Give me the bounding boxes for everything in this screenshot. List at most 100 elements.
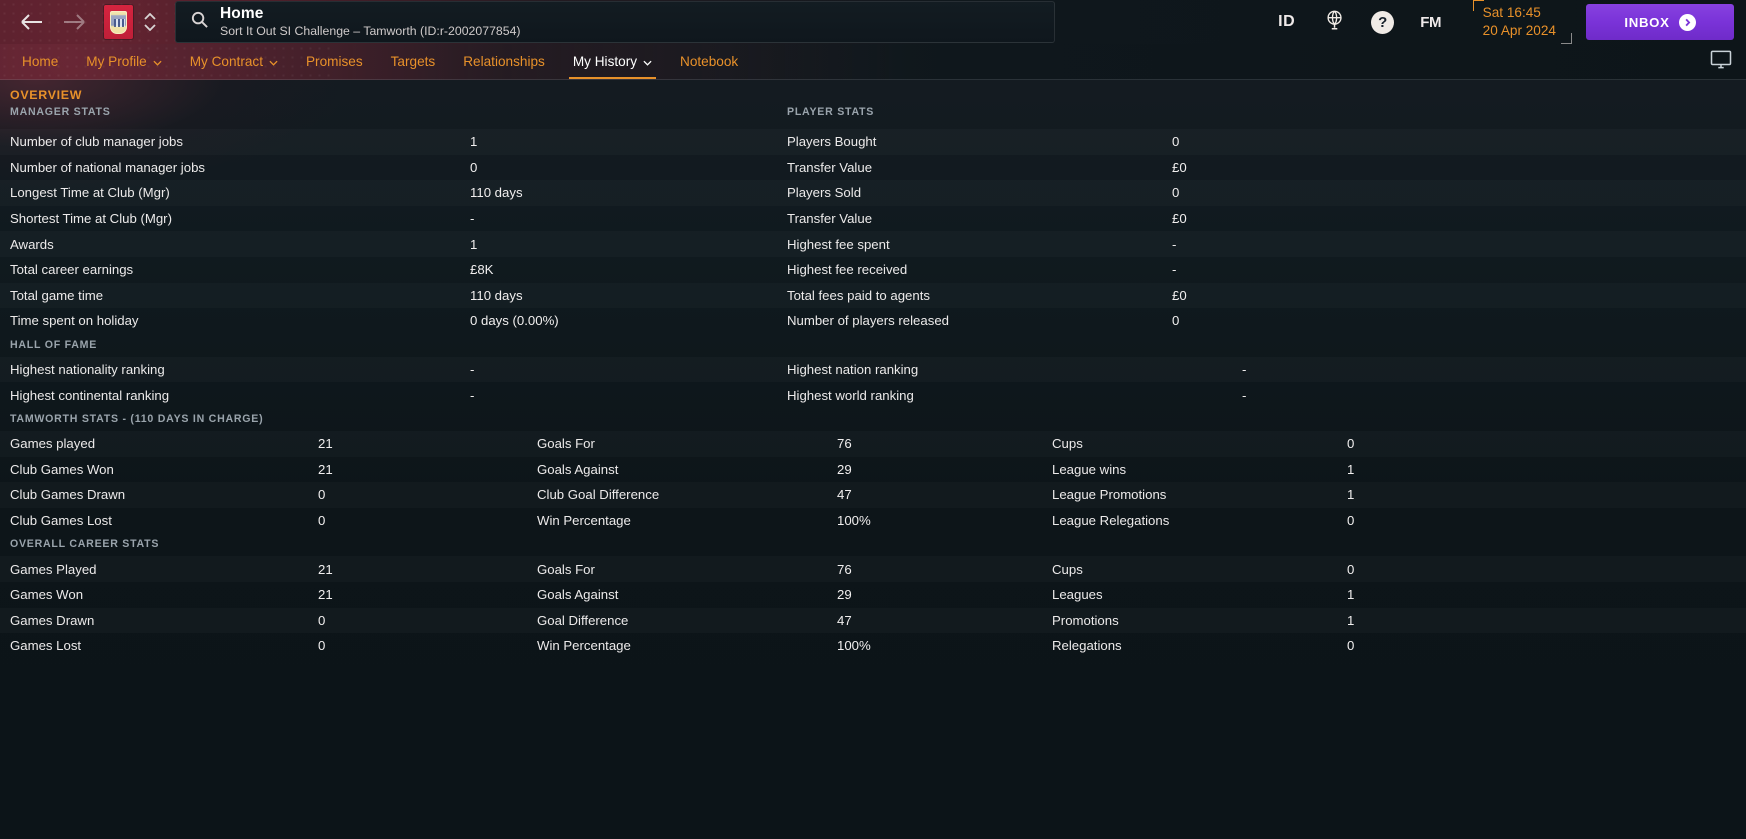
tab-targets[interactable]: Targets [377,44,450,79]
tab-targets-label: Targets [390,54,436,69]
display-settings-button[interactable] [1696,44,1746,79]
stat-label: Games Played [10,561,97,577]
stat-value: 0 days (0.00%) [470,313,559,329]
tab-my-history-label: My History [572,54,638,69]
stat-value: 100% [837,638,871,654]
navigation-arrows [0,5,92,39]
stat-label: Players Sold [787,185,862,201]
table-row[interactable]: Longest Time at Club (Mgr) 110 days Play… [0,180,1746,206]
stat-value: 21 [318,436,333,452]
stat-label: Number of club manager jobs [10,134,183,150]
table-row[interactable]: Highest nationality ranking - Highest na… [0,357,1746,383]
back-button[interactable] [14,5,50,39]
stat-value: 1 [470,236,478,252]
stat-value: 0 [318,513,326,529]
stat-value: 0 [1347,638,1355,654]
table-row[interactable]: Club Games Drawn 0 Club Goal Difference … [0,482,1746,508]
tab-relationships[interactable]: Relationships [449,44,559,79]
table-row[interactable]: Number of national manager jobs 0 Transf… [0,155,1746,181]
tab-home[interactable]: Home [8,44,72,79]
table-row[interactable]: Games played 21 Goals For 76 Cups 0 [0,431,1746,457]
club-crest-icon [110,10,127,34]
stat-label: Longest Time at Club (Mgr) [10,185,170,201]
stat-value: - [1242,387,1247,403]
clock-time: Sat 16:45 [1482,4,1541,20]
stat-value: 76 [837,436,852,452]
table-row[interactable]: Total career earnings £8K Highest fee re… [0,257,1746,283]
overview-content: OVERVIEW MANAGER STATS PLAYER STATS Numb… [0,80,1746,838]
forward-button[interactable] [56,5,92,39]
chevron-up-icon [144,13,156,20]
stat-value: 110 days [470,185,523,201]
game-clock[interactable]: Sat 16:45 20 Apr 2024 [1472,0,1573,44]
stat-value: 21 [318,587,333,603]
stat-value: - [470,211,475,227]
club-selector-stepper[interactable] [139,5,161,39]
id-button[interactable]: ID [1263,0,1311,44]
table-row[interactable]: Awards 1 Highest fee spent - [0,231,1746,257]
search-bar-text: Home Sort It Out SI Challenge – Tamworth… [220,5,521,38]
tab-promises-label: Promises [305,54,363,69]
stat-label: Games Drawn [10,612,95,628]
help-icon: ? [1371,10,1395,34]
table-row[interactable]: Highest continental ranking - Highest wo… [0,382,1746,408]
tab-notebook[interactable]: Notebook [666,44,752,79]
tab-my-contract[interactable]: My Contract [176,44,292,79]
tab-my-profile[interactable]: My Profile [72,44,175,79]
stat-value: 29 [837,461,852,477]
stat-label: Players Bought [787,134,877,150]
stat-value: 0 [318,638,326,654]
stat-value: £0 [1172,211,1187,227]
help-button[interactable]: ? [1359,0,1407,44]
title-bar: Home Sort It Out SI Challenge – Tamworth… [0,0,1746,44]
stat-label: Transfer Value [787,211,873,227]
player-stats-header: PLAYER STATS [787,106,875,118]
titlebar-right-group: ID ? FM Sat 16:45 20 Apr 2024 INBOX [1263,0,1746,44]
stat-label: Shortest Time at Club (Mgr) [10,211,172,227]
stat-label: Highest fee spent [787,236,890,252]
table-row[interactable]: Games Drawn 0 Goal Difference 47 Promoti… [0,608,1746,634]
stat-value: 100% [837,513,871,529]
hall-of-fame-header: HALL OF FAME [10,338,98,351]
table-row[interactable]: Shortest Time at Club (Mgr) - Transfer V… [0,206,1746,232]
stat-label: Goals For [537,436,595,452]
stat-value: 1 [1347,461,1355,477]
stat-label: Total career earnings [10,262,134,278]
save-game-subtitle: Sort It Out SI Challenge – Tamworth (ID:… [220,23,521,38]
stat-value: 0 [1172,134,1180,150]
table-row[interactable]: Games Lost 0 Win Percentage 100% Relegat… [0,633,1746,659]
inbox-button[interactable]: INBOX [1586,4,1734,40]
table-row[interactable]: Total game time 110 days Total fees paid… [0,283,1746,309]
manager-player-headers: MANAGER STATS PLAYER STATS [0,106,1746,129]
stat-label: Relegations [1052,638,1122,654]
tamworth-club-badge[interactable] [104,5,133,39]
chevron-right-icon [1678,13,1696,31]
chevron-down-icon [153,54,162,69]
globe-button[interactable] [1311,0,1359,44]
arrow-left-icon [19,12,45,32]
stat-label: Club Games Won [10,461,114,477]
stat-value: 0 [1172,313,1180,329]
table-row[interactable]: Number of club manager jobs 1 Players Bo… [0,129,1746,155]
globe-icon [1324,9,1346,36]
stat-value: 21 [318,461,333,477]
overview-section-title: OVERVIEW [10,88,83,102]
search-bar[interactable]: Home Sort It Out SI Challenge – Tamworth… [175,1,1055,43]
stat-value: - [1172,262,1177,278]
table-row[interactable]: Time spent on holiday 0 days (0.00%) Num… [0,308,1746,334]
tab-home-label: Home [22,54,59,69]
tab-promises[interactable]: Promises [292,44,377,79]
stat-value: 0 [318,487,326,503]
fm-button[interactable]: FM [1407,0,1455,44]
table-row[interactable]: Games Won 21 Goals Against 29 Leagues 1 [0,582,1746,608]
table-row[interactable]: Club Games Won 21 Goals Against 29 Leagu… [0,457,1746,483]
stat-value: - [1242,362,1247,378]
chevron-down-icon [643,54,652,69]
stat-value: - [470,387,475,403]
overall-career-stats-header: OVERALL CAREER STATS [10,538,160,551]
table-row[interactable]: Games Played 21 Goals For 76 Cups 0 [0,556,1746,582]
table-row[interactable]: Club Games Lost 0 Win Percentage 100% Le… [0,508,1746,534]
tab-my-history[interactable]: My History [559,44,666,79]
stat-value: £0 [1172,159,1187,175]
